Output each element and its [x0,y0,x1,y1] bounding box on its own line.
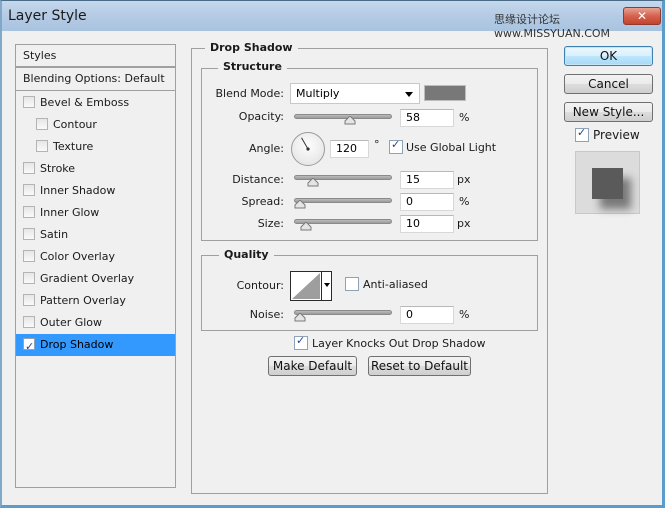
style-item-checkbox[interactable] [23,250,35,262]
style-item-label: Outer Glow [40,316,103,329]
spread-input[interactable]: 0 [400,193,454,211]
noise-label: Noise: [249,308,284,321]
style-item-checkbox[interactable] [23,294,35,306]
size-input[interactable]: 10 [400,215,454,233]
style-item-checkbox[interactable] [36,118,48,130]
style-item-label: Color Overlay [40,250,115,263]
distance-unit: px [457,173,471,186]
spread-slider-thumb[interactable] [294,200,306,209]
layer-knocks-out-label: Layer Knocks Out Drop Shadow [312,337,486,350]
style-item-bevel-emboss[interactable]: Bevel & Emboss [16,92,175,114]
style-item-label: Pattern Overlay [40,294,126,307]
drop-shadow-title: Drop Shadow [205,41,298,54]
distance-input[interactable]: 15 [400,171,454,189]
opacity-input[interactable]: 58 [400,109,454,127]
degree-unit: ° [374,138,380,151]
title-bar: Layer Style 思缘设计论坛 www.MISSYUAN.COM ✕ [2,1,662,40]
styles-list: Styles Blending Options: Default Bevel &… [15,44,176,488]
angle-input[interactable]: 120 [330,140,369,158]
opacity-unit: % [459,111,470,124]
blending-options-item[interactable]: Blending Options: Default [16,67,175,91]
angle-dial[interactable] [291,132,325,166]
style-item-checkbox[interactable] [36,140,48,152]
make-default-button[interactable]: Make Default [268,356,357,376]
style-item-pattern-overlay[interactable]: Pattern Overlay [16,290,175,312]
style-item-checkbox[interactable] [23,316,35,328]
style-item-label: Satin [40,228,69,241]
style-item-gradient-overlay[interactable]: Gradient Overlay [16,268,175,290]
blend-mode-label: Blend Mode: [215,87,285,100]
contour-picker[interactable] [290,271,332,301]
chevron-down-icon [405,92,413,97]
structure-title: Structure [218,60,287,73]
style-item-texture[interactable]: Texture [16,136,175,158]
close-button[interactable]: ✕ [623,7,661,25]
noise-unit: % [459,308,470,321]
noise-input[interactable]: 0 [400,306,454,324]
preview-label: Preview [593,128,640,142]
opacity-label: Opacity: [238,110,284,123]
reset-to-default-button[interactable]: Reset to Default [368,356,471,376]
style-item-contour[interactable]: Contour [16,114,175,136]
use-global-light-label: Use Global Light [406,141,497,154]
style-item-checkbox[interactable] [23,228,35,240]
style-item-inner-shadow[interactable]: Inner Shadow [16,180,175,202]
style-item-label: Contour [53,118,97,131]
style-item-stroke[interactable]: Stroke [16,158,175,180]
anti-aliased-label: Anti-aliased [363,278,428,291]
style-item-checkbox[interactable] [23,162,35,174]
style-item-checkbox[interactable] [23,184,35,196]
blend-mode-value: Multiply [296,87,340,100]
noise-slider[interactable] [294,310,392,315]
blend-mode-select[interactable]: Multiply [290,83,420,104]
opacity-slider-thumb[interactable] [344,116,356,125]
style-item-label: Gradient Overlay [40,272,135,285]
style-item-label: Inner Shadow [40,184,116,197]
chevron-down-icon [324,283,330,287]
style-preview [575,151,640,214]
noise-slider-thumb[interactable] [294,313,306,322]
linear-contour-icon [292,273,320,299]
style-item-checkbox[interactable] [23,206,35,218]
preview-thumbnail [592,168,623,199]
spread-label: Spread: [241,195,284,208]
style-item-checkbox[interactable] [23,272,35,284]
style-item-checkbox[interactable] [23,336,35,358]
style-item-checkbox[interactable] [23,96,35,108]
preview-checkbox[interactable] [575,126,589,142]
layer-knocks-out-checkbox[interactable] [294,334,308,350]
size-unit: px [457,217,471,230]
spread-unit: % [459,195,470,208]
style-item-label: Texture [53,140,94,153]
style-item-inner-glow[interactable]: Inner Glow [16,202,175,224]
new-style-button[interactable]: New Style... [564,102,653,122]
style-item-label: Inner Glow [40,206,100,219]
distance-label: Distance: [232,173,284,186]
style-item-label: Drop Shadow [40,338,114,351]
size-label: Size: [257,217,284,230]
angle-needle-icon [301,137,310,151]
distance-slider-thumb[interactable] [307,178,319,187]
style-item-color-overlay[interactable]: Color Overlay [16,246,175,268]
shadow-color-swatch[interactable] [424,85,466,101]
spread-slider[interactable] [294,198,392,203]
style-item-satin[interactable]: Satin [16,224,175,246]
style-item-label: Stroke [40,162,76,175]
layer-style-dialog: Layer Style 思缘设计论坛 www.MISSYUAN.COM ✕ St… [0,0,665,508]
style-item-label: Bevel & Emboss [40,96,130,109]
dialog-title: Layer Style [8,8,87,24]
size-slider-thumb[interactable] [300,222,312,231]
cancel-button[interactable]: Cancel [564,74,653,94]
ok-button[interactable]: OK [564,46,653,66]
styles-header[interactable]: Styles [16,45,175,67]
use-global-light-checkbox[interactable] [389,138,403,154]
contour-label: Contour: [236,279,284,292]
style-item-outer-glow[interactable]: Outer Glow [16,312,175,334]
style-item-drop-shadow[interactable]: Drop Shadow [16,334,175,358]
angle-label: Angle: [248,142,284,155]
quality-title: Quality [219,248,274,261]
anti-aliased-checkbox[interactable] [345,277,359,291]
close-icon: ✕ [636,9,648,23]
